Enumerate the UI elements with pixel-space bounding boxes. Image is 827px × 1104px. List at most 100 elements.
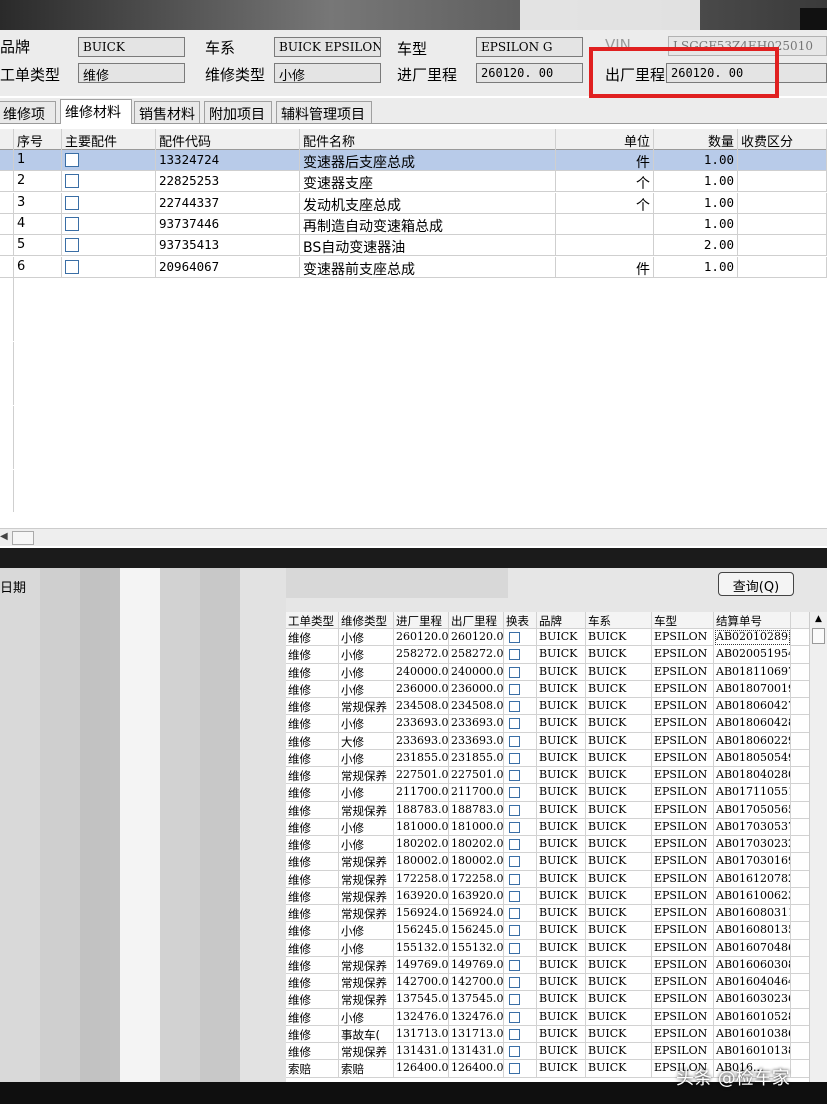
cell-series: BUICK <box>586 1008 652 1026</box>
scroll-left-icon[interactable]: ◀ <box>0 531 8 542</box>
query-button[interactable]: 查询(Q) <box>718 572 794 596</box>
table-row[interactable]: 维修 小修 240000.0 240000.0 BUICK BUICK EPSILON AB0… <box>286 663 809 681</box>
meter-change-checkbox[interactable] <box>509 770 520 782</box>
repair-type-field[interactable]: 小修 <box>274 63 381 83</box>
table-row[interactable]: 4 93737446 再制造自动变速箱总成 1.00 <box>0 213 827 235</box>
tab-sales-materials[interactable]: 销售材料 <box>134 101 200 123</box>
meter-change-checkbox[interactable] <box>509 1046 520 1058</box>
table-row[interactable]: 维修 小修 132476.0 132476.0 BUICK BUICK EPSILON AB0… <box>286 1008 809 1026</box>
table-row[interactable]: 维修 小修 236000.0 236000.0 BUICK BUICK EPSILON AB0… <box>286 680 809 699</box>
table-row[interactable]: 维修 小修 211700.0 211700.0 BUICK BUICK EPSILON AB0… <box>286 784 809 802</box>
col-header-out-mileage[interactable]: 出厂里程 <box>449 612 504 629</box>
table-row[interactable]: 维修 常规保养 131431.0 131431.0 BUICK BUICK EPSILON A… <box>286 1043 809 1061</box>
col-header-no[interactable]: 序号 <box>14 129 62 150</box>
col-header-settlement-no[interactable]: 结算单号 <box>714 612 791 629</box>
brand-field[interactable]: BUICK <box>78 37 185 57</box>
in-mileage-field[interactable]: 260120. 00 <box>476 63 583 83</box>
meter-change-checkbox[interactable] <box>509 994 520 1006</box>
horizontal-scrollbar[interactable]: ◀ <box>0 528 827 546</box>
cell-brand: BUICK <box>537 974 586 992</box>
tab-auxiliary-items[interactable]: 辅料管理项目 <box>276 101 372 123</box>
main-part-checkbox[interactable] <box>65 238 79 253</box>
meter-change-checkbox[interactable] <box>509 701 520 713</box>
meter-change-checkbox[interactable] <box>509 977 520 989</box>
vertical-scrollbar[interactable]: ▲ <box>809 612 827 1104</box>
meter-change-checkbox[interactable] <box>509 752 520 764</box>
main-part-checkbox[interactable] <box>65 153 79 167</box>
table-row[interactable]: 维修 小修 233693.0 233693.0 BUICK BUICK EPSILON AB0… <box>286 715 809 733</box>
col-header-charge-type[interactable]: 收费区分 <box>738 129 827 150</box>
col-header-unit[interactable]: 单位 <box>556 129 654 150</box>
meter-change-checkbox[interactable] <box>509 718 520 730</box>
table-row[interactable]: 维修 事故车(131713.0 131713.0 BUICK BUICK EPSILON A… <box>286 1025 809 1044</box>
meter-change-checkbox[interactable] <box>509 908 520 920</box>
col-header-brand[interactable]: 品牌 <box>537 612 586 629</box>
table-row[interactable]: 2 22825253 变速器支座个 1.00 <box>0 171 827 193</box>
table-row[interactable]: 维修 常规保养 180002.0 180002.0 BUICK BUICK EPSILON A… <box>286 853 809 871</box>
col-header-repair-type[interactable]: 维修类型 <box>339 612 394 629</box>
meter-change-checkbox[interactable] <box>509 821 520 833</box>
meter-change-checkbox[interactable] <box>509 925 520 937</box>
table-row[interactable]: 3 22744337 发动机支座总成个 1.00 <box>0 192 827 214</box>
meter-change-checkbox[interactable] <box>509 787 520 799</box>
table-row[interactable]: 5 93735413 BS自动变速器油 2.00 <box>0 235 827 257</box>
tab-repair-materials[interactable]: 维修材料 <box>60 99 132 124</box>
series-field[interactable]: BUICK EPSILONI <box>274 37 381 57</box>
col-header-series[interactable]: 车系 <box>586 612 652 629</box>
col-header-part-name[interactable]: 配件名称 <box>300 129 556 150</box>
table-row[interactable]: 维修 常规保养 163920.0 163920.0 BUICK BUICK EPSILON A… <box>286 887 809 906</box>
col-header-in-mileage[interactable]: 进厂里程 <box>394 612 449 629</box>
model-field[interactable]: EPSILON G <box>476 37 583 57</box>
cell-brand: BUICK <box>537 646 586 664</box>
col-header-meter-change[interactable]: 换表 <box>504 612 537 629</box>
tab-additional-items[interactable]: 附加项目 <box>204 101 272 123</box>
meter-change-checkbox[interactable] <box>509 1011 520 1023</box>
col-header-main-part[interactable]: 主要配件 <box>62 129 156 150</box>
table-row[interactable]: 维修 常规保养 234508.0 234508.0 BUICK BUICK EPSILON A… <box>286 698 809 716</box>
meter-change-checkbox[interactable] <box>509 632 520 644</box>
table-row[interactable]: 维修 小修 231855.0 231855.0 BUICK BUICK EPSILON AB0… <box>286 749 809 768</box>
table-row[interactable]: 维修 常规保养 172258.0 172258.0 BUICK BUICK EPSILON A… <box>286 870 809 888</box>
col-header-model[interactable]: 车型 <box>652 612 714 629</box>
table-row[interactable]: 维修 小修 155132.0 155132.0 BUICK BUICK EPSILON AB0… <box>286 939 809 957</box>
order-type-field[interactable]: 维修 <box>78 63 185 83</box>
table-row[interactable]: 维修 常规保养 137545.0 137545.0 BUICK BUICK EPSILON A… <box>286 991 809 1009</box>
table-row[interactable]: 维修 小修 260120.0 260120.0 BUICK BUICK EPSILON AB0… <box>286 629 809 647</box>
main-part-checkbox[interactable] <box>65 195 79 210</box>
meter-change-checkbox[interactable] <box>509 839 520 851</box>
meter-change-checkbox[interactable] <box>509 1028 520 1040</box>
main-part-checkbox[interactable] <box>65 174 79 189</box>
main-part-checkbox[interactable] <box>65 259 79 274</box>
scroll-up-icon[interactable]: ▲ <box>815 614 822 624</box>
meter-change-checkbox[interactable] <box>509 804 520 816</box>
meter-change-checkbox[interactable] <box>509 959 520 971</box>
meter-change-checkbox[interactable] <box>509 649 520 661</box>
vertical-scrollbar-thumb[interactable] <box>812 628 825 644</box>
table-row[interactable]: 维修 小修 156245.0 156245.0 BUICK BUICK EPSILON AB0… <box>286 922 809 940</box>
scrollbar-thumb[interactable] <box>12 531 34 545</box>
table-row[interactable]: 1 13324724 变速器后支座总成件 1.00 <box>0 150 827 171</box>
meter-change-checkbox[interactable] <box>509 873 520 885</box>
meter-change-checkbox[interactable] <box>509 1063 520 1075</box>
col-header-qty[interactable]: 数量 <box>654 129 738 150</box>
table-row[interactable]: 维修 小修 180202.0 180202.0 BUICK BUICK EPSILON AB0… <box>286 836 809 854</box>
table-row[interactable]: 维修 常规保养 188783.0 188783.0 BUICK BUICK EPSILON A… <box>286 801 809 819</box>
meter-change-checkbox[interactable] <box>509 942 520 954</box>
main-part-checkbox[interactable] <box>65 216 79 231</box>
table-row[interactable]: 维修 常规保养 142700.0 142700.0 BUICK BUICK EPSILON A… <box>286 974 809 992</box>
table-row[interactable]: 6 20964067 变速器前支座总成件 1.00 <box>0 256 827 278</box>
table-row[interactable]: 维修 小修 258272.0 258272.0 BUICK BUICK EPSILON AB0… <box>286 646 809 664</box>
col-header-part-code[interactable]: 配件代码 <box>156 129 300 150</box>
tab-repair-items[interactable]: 维修项目 <box>0 101 56 143</box>
table-row[interactable]: 维修 常规保养 227501.0 227501.0 BUICK BUICK EPSILON A… <box>286 767 809 785</box>
col-header-order-type[interactable]: 工单类型 <box>286 612 339 629</box>
meter-change-checkbox[interactable] <box>509 735 520 747</box>
table-row[interactable]: 维修 小修 181000.0 181000.0 BUICK BUICK EPSILON AB0… <box>286 818 809 837</box>
meter-change-checkbox[interactable] <box>509 856 520 868</box>
table-row[interactable]: 维修 常规保养 149769.0 149769.0 BUICK BUICK EPSILON A… <box>286 956 809 975</box>
meter-change-checkbox[interactable] <box>509 666 520 678</box>
table-row[interactable]: 维修 常规保养 156924.0 156924.0 BUICK BUICK EPSILON A… <box>286 905 809 923</box>
meter-change-checkbox[interactable] <box>509 890 520 902</box>
meter-change-checkbox[interactable] <box>509 683 520 695</box>
table-row[interactable]: 维修 大修 233693.0 233693.0 BUICK BUICK EPSILON AB0… <box>286 732 809 750</box>
